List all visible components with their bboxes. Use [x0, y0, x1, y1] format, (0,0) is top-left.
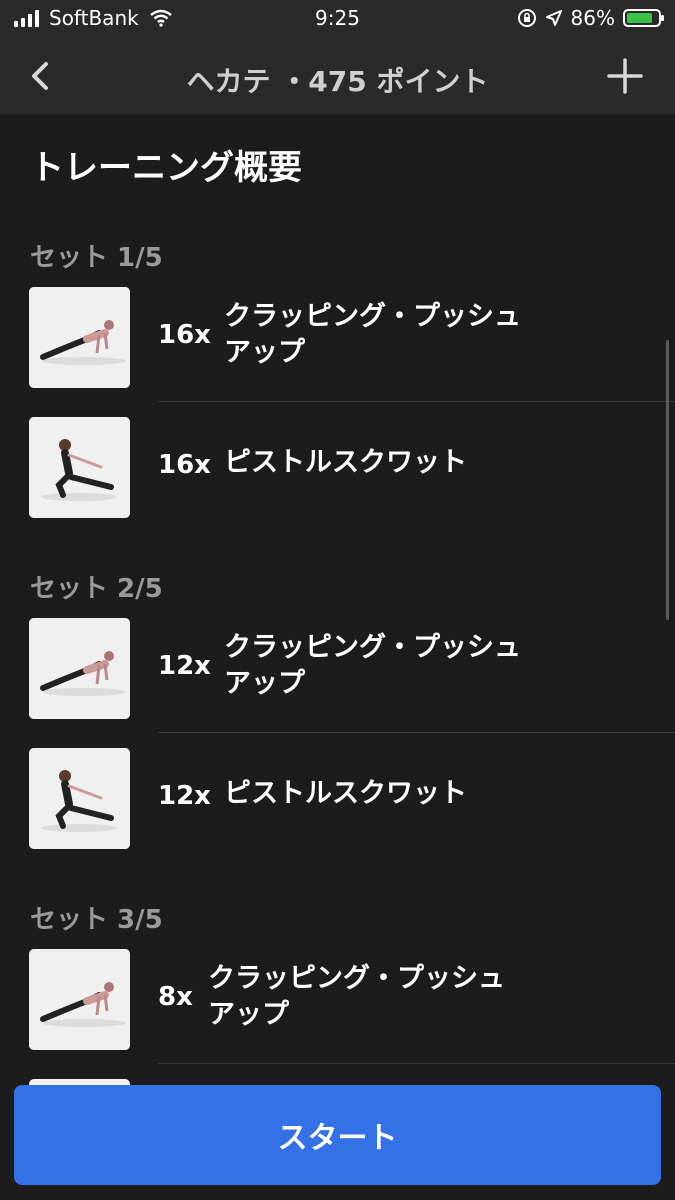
- status-right: 86%: [517, 6, 664, 30]
- set-title: セット 2/5: [30, 574, 163, 604]
- exercise-row[interactable]: 8x クラッピング・プッシュ アップ: [0, 949, 675, 1069]
- pistol-squat-image: [29, 417, 130, 518]
- exercise-name-line: クラッピング・プッシュ: [224, 632, 521, 663]
- exercise-row[interactable]: 16x ピストルスクワット: [0, 417, 675, 537]
- nav-title: ヘカテ ・475 ポイント: [186, 65, 489, 98]
- row-divider: [158, 732, 675, 733]
- exercise-name: ピストルスクワット: [224, 445, 554, 481]
- battery-charging-icon: [623, 9, 664, 27]
- plus-icon: [607, 58, 643, 94]
- exercise-reps: 8x: [158, 982, 193, 1012]
- status-bar: SoftBank 9:25 86%: [0, 0, 675, 40]
- battery-percent: 86%: [570, 6, 615, 30]
- location-arrow-icon: [545, 10, 562, 26]
- exercise-name: クラッピング・プッシュ アップ: [224, 299, 554, 371]
- exercise-name: クラッピング・プッシュ アップ: [224, 630, 554, 702]
- page-title: トレーニング概要: [30, 148, 302, 188]
- exercise-reps: 12x: [158, 651, 211, 681]
- exercise-name: クラッピング・プッシュ アップ: [208, 961, 538, 1033]
- row-divider: [158, 1063, 675, 1064]
- exercise-reps: 12x: [158, 781, 211, 811]
- exercise-reps: 16x: [158, 450, 211, 480]
- row-divider: [158, 401, 675, 402]
- set-title: セット 3/5: [30, 905, 163, 935]
- exercise-name: ピストルスクワット: [224, 776, 554, 812]
- exercise-name-line: ピストルスクワット: [224, 778, 467, 809]
- exercise-name-line: ピストルスクワット: [224, 447, 467, 478]
- exercise-row[interactable]: 12x クラッピング・プッシュ アップ: [0, 618, 675, 738]
- exercise-name-line: アップ: [224, 337, 305, 368]
- exercise-row[interactable]: 16x クラッピング・プッシュ アップ: [0, 287, 675, 407]
- exercise-reps: 16x: [158, 320, 211, 350]
- exercise-row[interactable]: 12x ピストルスクワット: [0, 748, 675, 868]
- clapping-pushup-image: [29, 949, 130, 1050]
- add-button[interactable]: [603, 54, 647, 98]
- navigation-bar: ヘカテ ・475 ポイント: [0, 40, 675, 114]
- scrollbar[interactable]: [666, 340, 669, 620]
- set-title: セット 1/5: [30, 243, 163, 273]
- orientation-lock-icon: [517, 9, 536, 27]
- pistol-squat-image: [29, 748, 130, 849]
- clapping-pushup-image: [29, 287, 130, 388]
- exercise-name-line: クラッピング・プッシュ: [208, 963, 505, 994]
- clapping-pushup-image: [29, 618, 130, 719]
- exercise-name-line: アップ: [208, 999, 289, 1030]
- exercise-name-line: アップ: [224, 668, 305, 699]
- start-button[interactable]: スタート: [14, 1085, 661, 1185]
- exercise-name-line: クラッピング・プッシュ: [224, 301, 521, 332]
